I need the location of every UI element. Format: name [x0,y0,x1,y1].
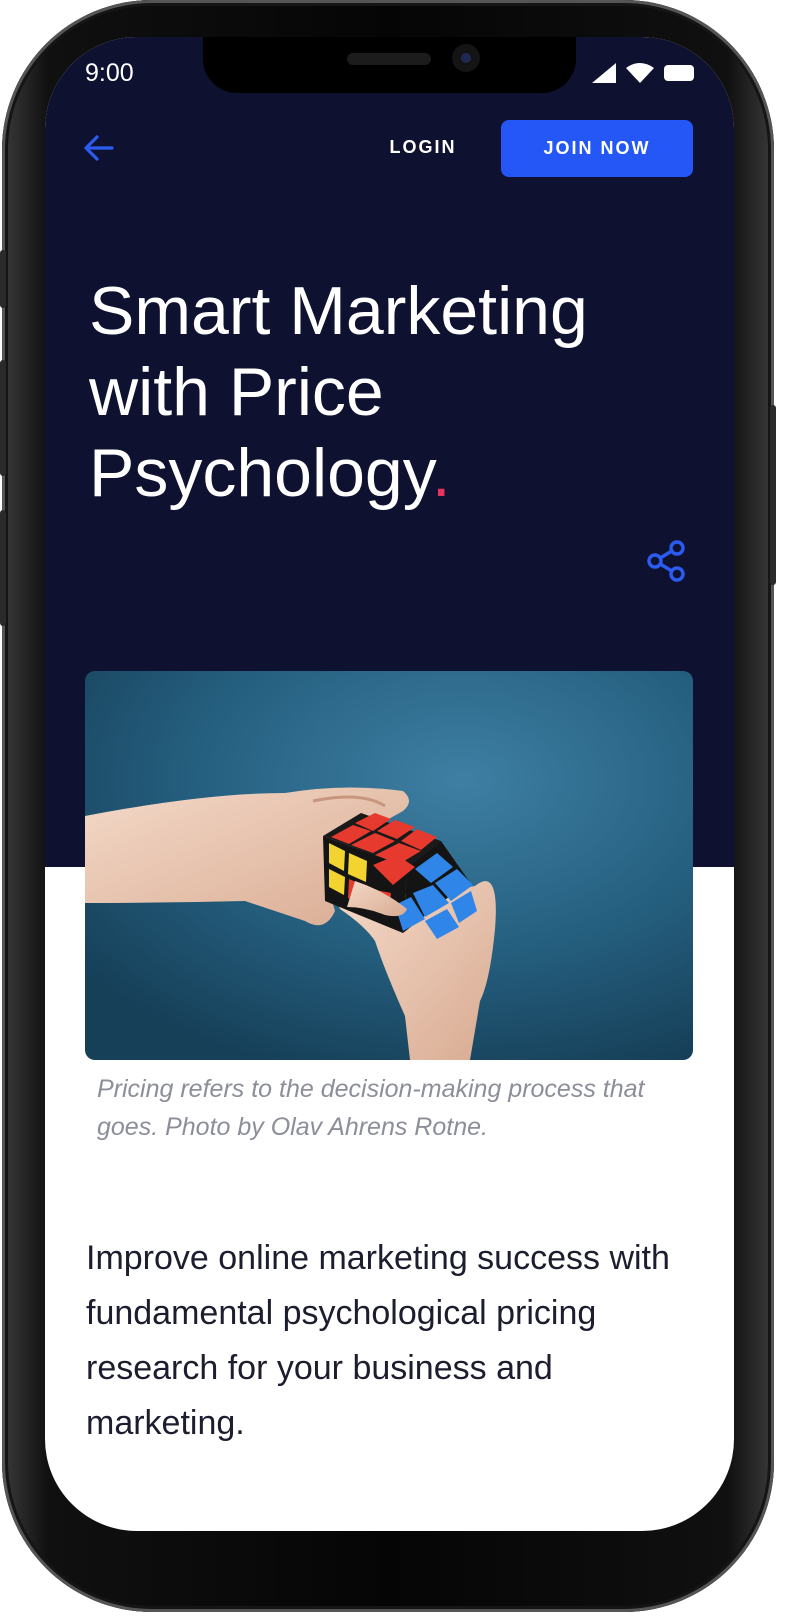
status-icons [592,63,694,83]
front-camera [452,44,480,72]
arrow-left-icon [84,135,114,161]
phone-frame: 9:00 LOGIN JOIN NOW Smart Marketing with… [0,0,776,1612]
battery-icon [664,65,694,81]
wifi-icon [626,63,654,83]
status-time: 9:00 [85,59,134,87]
login-link[interactable]: LOGIN [381,137,465,161]
speaker [347,53,431,65]
join-now-button[interactable]: JOIN NOW [501,120,693,177]
rubiks-cube-photo [85,671,693,1060]
share-icon [647,540,685,582]
title-dot: . [431,435,451,511]
notch [203,37,576,93]
side-button [0,250,6,308]
volume-up-button [0,360,6,476]
page-title: Smart Marketing with Price Psychology. [89,271,609,514]
title-text: Smart Marketing with Price Psychology [89,273,588,511]
app-screen: 9:00 LOGIN JOIN NOW Smart Marketing with… [45,37,734,1531]
power-button [770,405,776,585]
back-button[interactable] [81,130,117,166]
article-image [85,671,693,1060]
signal-icon [592,63,616,83]
volume-down-button [0,510,6,626]
share-button[interactable] [645,539,689,583]
image-caption: Pricing refers to the decision-making pr… [97,1075,645,1141]
lead-paragraph: Improve online marketing success with fu… [86,1239,670,1442]
